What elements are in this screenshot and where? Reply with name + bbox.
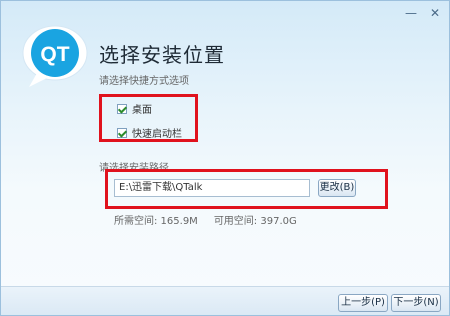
title-controls: — ✕ xyxy=(405,7,441,19)
close-button[interactable]: ✕ xyxy=(429,7,441,19)
qt-logo: QT xyxy=(22,25,88,87)
qt-logo-text: QT xyxy=(40,43,69,66)
option-desktop[interactable]: 桌面 xyxy=(117,101,152,116)
page-title: 选择安装位置 xyxy=(99,43,225,67)
quick-launch-checkbox[interactable] xyxy=(117,127,127,138)
change-path-button[interactable]: 更改(B) xyxy=(318,179,356,197)
available-space: 可用空间: 397.0G xyxy=(213,216,297,227)
option-quick-launch-label: 快速启动栏 xyxy=(132,129,182,140)
shortcut-options-label: 请选择快捷方式选项 xyxy=(99,76,189,87)
prev-button[interactable]: 上一步(P) xyxy=(338,294,388,312)
installer-window: — ✕ QT 选择安装位置 请选择快捷方式选项 桌面 快速启动栏 请选择安装路径… xyxy=(0,0,450,316)
required-space: 所需空间: 165.9M xyxy=(114,216,198,227)
option-desktop-label: 桌面 xyxy=(132,105,152,116)
space-info: 所需空间: 165.9M 可用空间: 397.0G xyxy=(114,212,297,227)
minimize-button[interactable]: — xyxy=(405,7,417,19)
desktop-checkbox[interactable] xyxy=(117,103,127,114)
next-button[interactable]: 下一步(N) xyxy=(391,294,441,312)
option-quick-launch[interactable]: 快速启动栏 xyxy=(117,125,182,140)
install-path-input[interactable]: E:\迅雷下载\QTalk xyxy=(114,179,310,197)
